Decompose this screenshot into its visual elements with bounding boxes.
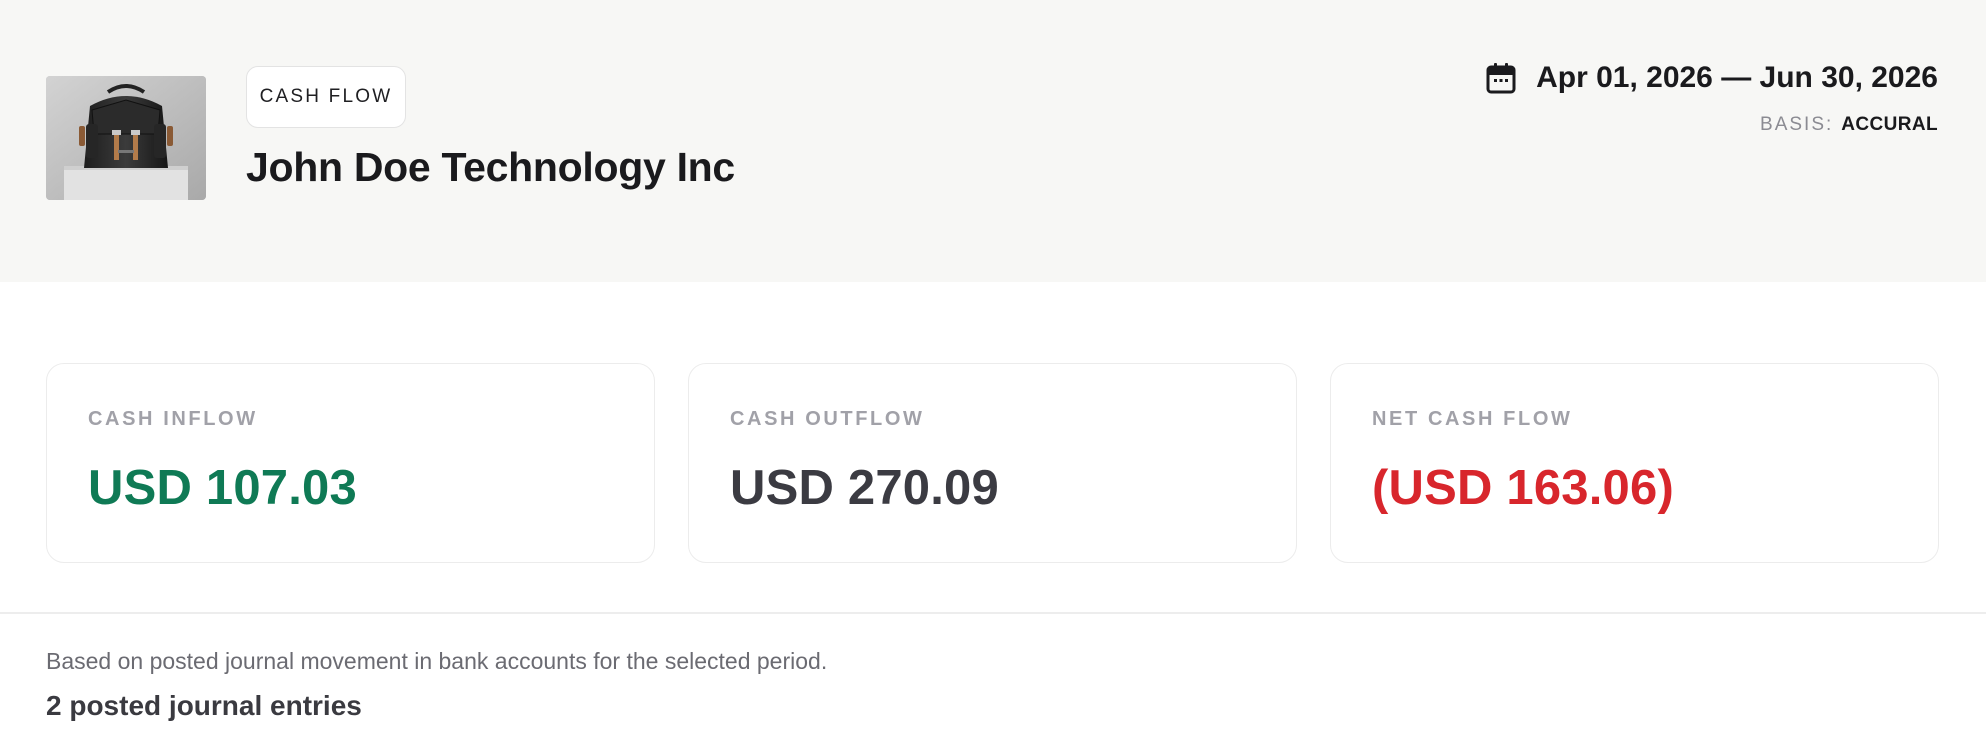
report-type-badge: CASH FLOW — [246, 66, 406, 128]
net-cash-flow-value: (USD 163.06) — [1372, 461, 1674, 515]
cash-outflow-value: USD 270.09 — [730, 461, 999, 515]
net-cash-flow-label: NET CASH FLOW — [1372, 408, 1573, 430]
cash-inflow-label: CASH INFLOW — [88, 408, 258, 430]
basis-value: ACCURAL — [1841, 114, 1938, 135]
report-header: CASH FLOW John Doe Technology Inc Apr 01… — [0, 0, 1986, 282]
cash-outflow-label: CASH OUTFLOW — [730, 408, 925, 430]
cash-outflow-card: CASH OUTFLOW USD 270.09 — [688, 363, 1297, 563]
net-cash-flow-card: NET CASH FLOW (USD 163.06) — [1330, 363, 1939, 563]
date-range-row: Apr 01, 2026 — Jun 30, 2026 — [1486, 56, 1938, 100]
company-logo — [46, 76, 206, 200]
company-name: John Doe Technology Inc — [246, 144, 735, 190]
basis-label: BASIS: — [1760, 114, 1834, 135]
cash-inflow-card: CASH INFLOW USD 107.03 — [46, 363, 655, 563]
backpack-product-image — [46, 76, 206, 200]
report-footnote: Based on posted journal movement in bank… — [46, 648, 828, 674]
basis-row: BASIS: ACCURAL — [1760, 112, 1938, 138]
journal-entry-count: 2 posted journal entries — [46, 690, 362, 721]
calendar-icon — [1486, 63, 1516, 94]
date-range: Apr 01, 2026 — Jun 30, 2026 — [1536, 61, 1938, 94]
section-divider — [0, 612, 1986, 614]
cash-inflow-value: USD 107.03 — [88, 461, 357, 515]
